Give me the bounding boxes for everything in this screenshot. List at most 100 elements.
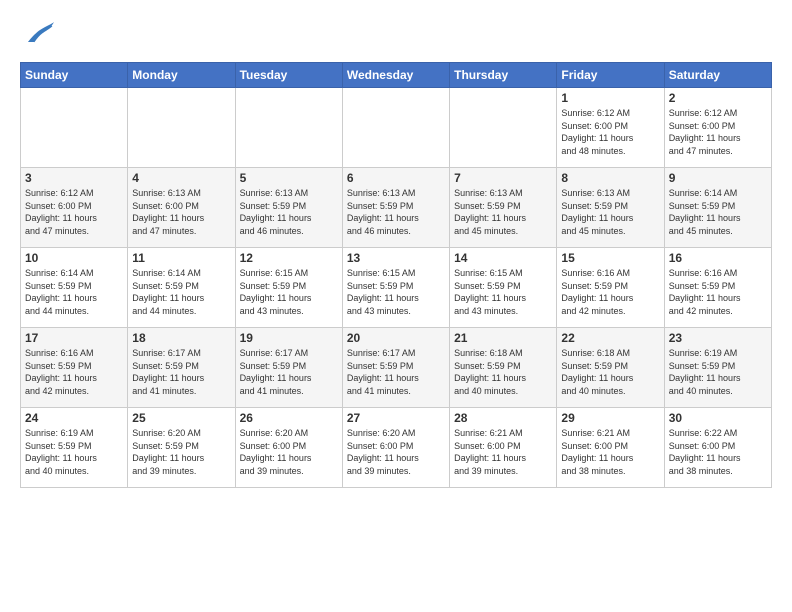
calendar-cell: 13 Sunrise: 6:15 AM Sunset: 5:59 PM Dayli… — [342, 248, 449, 328]
day-info: Sunrise: 6:20 AM Sunset: 5:59 PM Dayligh… — [132, 427, 230, 477]
calendar-cell: 30Sunrise: 6:22 AM Sunset: 6:00 PM Dayli… — [664, 408, 771, 488]
calendar-cell: 17 Sunrise: 6:16 AM Sunset: 5:59 PM Dayli… — [21, 328, 128, 408]
calendar-cell: 29 Sunrise: 6:21 AM Sunset: 6:00 PM Dayli… — [557, 408, 664, 488]
day-info: Sunrise: 6:17 AM Sunset: 5:59 PM Dayligh… — [132, 347, 230, 397]
day-number: 17 — [25, 331, 123, 345]
day-number: 18 — [132, 331, 230, 345]
day-number: 29 — [561, 411, 659, 425]
day-number: 6 — [347, 171, 445, 185]
weekday-header: Thursday — [450, 63, 557, 88]
calendar-cell: 1 Sunrise: 6:12 AM Sunset: 6:00 PM Daylig… — [557, 88, 664, 168]
logo — [20, 16, 56, 52]
day-info: Sunrise: 6:21 AM Sunset: 6:00 PM Dayligh… — [561, 427, 659, 477]
calendar-cell: 8 Sunrise: 6:13 AM Sunset: 5:59 PM Daylig… — [557, 168, 664, 248]
day-number: 2 — [669, 91, 767, 105]
day-number: 5 — [240, 171, 338, 185]
day-number: 13 — [347, 251, 445, 265]
calendar-cell: 21 Sunrise: 6:18 AM Sunset: 5:59 PM Dayli… — [450, 328, 557, 408]
calendar-cell: 2 Sunrise: 6:12 AM Sunset: 6:00 PM Daylig… — [664, 88, 771, 168]
day-number: 21 — [454, 331, 552, 345]
weekday-header: Wednesday — [342, 63, 449, 88]
day-info: Sunrise: 6:20 AM Sunset: 6:00 PM Dayligh… — [240, 427, 338, 477]
calendar-cell — [128, 88, 235, 168]
day-info: Sunrise: 6:13 AM Sunset: 5:59 PM Dayligh… — [454, 187, 552, 237]
calendar-cell: 10 Sunrise: 6:14 AM Sunset: 5:59 PM Dayli… — [21, 248, 128, 328]
calendar-week-row: 3 Sunrise: 6:12 AM Sunset: 6:00 PM Daylig… — [21, 168, 772, 248]
day-number: 16 — [669, 251, 767, 265]
day-info: Sunrise: 6:15 AM Sunset: 5:59 PM Dayligh… — [347, 267, 445, 317]
calendar-cell: 26Sunrise: 6:20 AM Sunset: 6:00 PM Dayli… — [235, 408, 342, 488]
calendar-cell: 4 Sunrise: 6:13 AM Sunset: 6:00 PM Daylig… — [128, 168, 235, 248]
calendar-cell: 25 Sunrise: 6:20 AM Sunset: 5:59 PM Dayli… — [128, 408, 235, 488]
day-info: Sunrise: 6:12 AM Sunset: 6:00 PM Dayligh… — [561, 107, 659, 157]
calendar-header-row: SundayMondayTuesdayWednesdayThursdayFrid… — [21, 63, 772, 88]
calendar-cell: 14Sunrise: 6:15 AM Sunset: 5:59 PM Dayli… — [450, 248, 557, 328]
calendar-cell: 3 Sunrise: 6:12 AM Sunset: 6:00 PM Daylig… — [21, 168, 128, 248]
day-number: 22 — [561, 331, 659, 345]
calendar-table: SundayMondayTuesdayWednesdayThursdayFrid… — [20, 62, 772, 488]
day-number: 8 — [561, 171, 659, 185]
calendar-cell: 22Sunrise: 6:18 AM Sunset: 5:59 PM Dayli… — [557, 328, 664, 408]
calendar-cell: 20Sunrise: 6:17 AM Sunset: 5:59 PM Dayli… — [342, 328, 449, 408]
weekday-header: Sunday — [21, 63, 128, 88]
day-info: Sunrise: 6:14 AM Sunset: 5:59 PM Dayligh… — [132, 267, 230, 317]
day-number: 28 — [454, 411, 552, 425]
calendar-cell: 23Sunrise: 6:19 AM Sunset: 5:59 PM Dayli… — [664, 328, 771, 408]
calendar-cell — [235, 88, 342, 168]
day-info: Sunrise: 6:12 AM Sunset: 6:00 PM Dayligh… — [25, 187, 123, 237]
page-container: SundayMondayTuesdayWednesdayThursdayFrid… — [0, 0, 792, 498]
weekday-header: Monday — [128, 63, 235, 88]
day-number: 14 — [454, 251, 552, 265]
calendar-cell: 15 Sunrise: 6:16 AM Sunset: 5:59 PM Dayli… — [557, 248, 664, 328]
calendar-cell: 27 Sunrise: 6:20 AM Sunset: 6:00 PM Dayli… — [342, 408, 449, 488]
weekday-header: Saturday — [664, 63, 771, 88]
day-number: 10 — [25, 251, 123, 265]
day-number: 12 — [240, 251, 338, 265]
logo-bird-icon — [20, 16, 56, 52]
day-info: Sunrise: 6:13 AM Sunset: 6:00 PM Dayligh… — [132, 187, 230, 237]
day-number: 19 — [240, 331, 338, 345]
calendar-week-row: 10 Sunrise: 6:14 AM Sunset: 5:59 PM Dayli… — [21, 248, 772, 328]
day-number: 25 — [132, 411, 230, 425]
header — [20, 16, 772, 52]
day-info: Sunrise: 6:19 AM Sunset: 5:59 PM Dayligh… — [25, 427, 123, 477]
day-number: 4 — [132, 171, 230, 185]
day-info: Sunrise: 6:22 AM Sunset: 6:00 PM Dayligh… — [669, 427, 767, 477]
calendar-cell: 11 Sunrise: 6:14 AM Sunset: 5:59 PM Dayli… — [128, 248, 235, 328]
day-info: Sunrise: 6:21 AM Sunset: 6:00 PM Dayligh… — [454, 427, 552, 477]
day-info: Sunrise: 6:12 AM Sunset: 6:00 PM Dayligh… — [669, 107, 767, 157]
calendar-cell: 28 Sunrise: 6:21 AM Sunset: 6:00 PM Dayli… — [450, 408, 557, 488]
day-number: 20 — [347, 331, 445, 345]
day-number: 27 — [347, 411, 445, 425]
day-number: 23 — [669, 331, 767, 345]
day-number: 15 — [561, 251, 659, 265]
calendar-cell — [342, 88, 449, 168]
day-number: 11 — [132, 251, 230, 265]
day-info: Sunrise: 6:14 AM Sunset: 5:59 PM Dayligh… — [25, 267, 123, 317]
day-number: 1 — [561, 91, 659, 105]
day-number: 3 — [25, 171, 123, 185]
calendar-cell: 12Sunrise: 6:15 AM Sunset: 5:59 PM Dayli… — [235, 248, 342, 328]
calendar-cell: 9Sunrise: 6:14 AM Sunset: 5:59 PM Daylig… — [664, 168, 771, 248]
day-info: Sunrise: 6:20 AM Sunset: 6:00 PM Dayligh… — [347, 427, 445, 477]
calendar-cell: 6 Sunrise: 6:13 AM Sunset: 5:59 PM Daylig… — [342, 168, 449, 248]
day-info: Sunrise: 6:16 AM Sunset: 5:59 PM Dayligh… — [25, 347, 123, 397]
day-info: Sunrise: 6:13 AM Sunset: 5:59 PM Dayligh… — [347, 187, 445, 237]
calendar-cell: 19Sunrise: 6:17 AM Sunset: 5:59 PM Dayli… — [235, 328, 342, 408]
weekday-header: Friday — [557, 63, 664, 88]
day-number: 24 — [25, 411, 123, 425]
calendar-week-row: 17 Sunrise: 6:16 AM Sunset: 5:59 PM Dayli… — [21, 328, 772, 408]
day-info: Sunrise: 6:16 AM Sunset: 5:59 PM Dayligh… — [669, 267, 767, 317]
day-info: Sunrise: 6:18 AM Sunset: 5:59 PM Dayligh… — [454, 347, 552, 397]
day-number: 7 — [454, 171, 552, 185]
calendar-cell: 16 Sunrise: 6:16 AM Sunset: 5:59 PM Dayli… — [664, 248, 771, 328]
calendar-cell — [450, 88, 557, 168]
calendar-week-row: 24 Sunrise: 6:19 AM Sunset: 5:59 PM Dayli… — [21, 408, 772, 488]
day-info: Sunrise: 6:13 AM Sunset: 5:59 PM Dayligh… — [561, 187, 659, 237]
calendar-week-row: 1 Sunrise: 6:12 AM Sunset: 6:00 PM Daylig… — [21, 88, 772, 168]
weekday-header: Tuesday — [235, 63, 342, 88]
day-info: Sunrise: 6:14 AM Sunset: 5:59 PM Dayligh… — [669, 187, 767, 237]
calendar-cell: 18 Sunrise: 6:17 AM Sunset: 5:59 PM Dayli… — [128, 328, 235, 408]
day-info: Sunrise: 6:16 AM Sunset: 5:59 PM Dayligh… — [561, 267, 659, 317]
day-info: Sunrise: 6:13 AM Sunset: 5:59 PM Dayligh… — [240, 187, 338, 237]
